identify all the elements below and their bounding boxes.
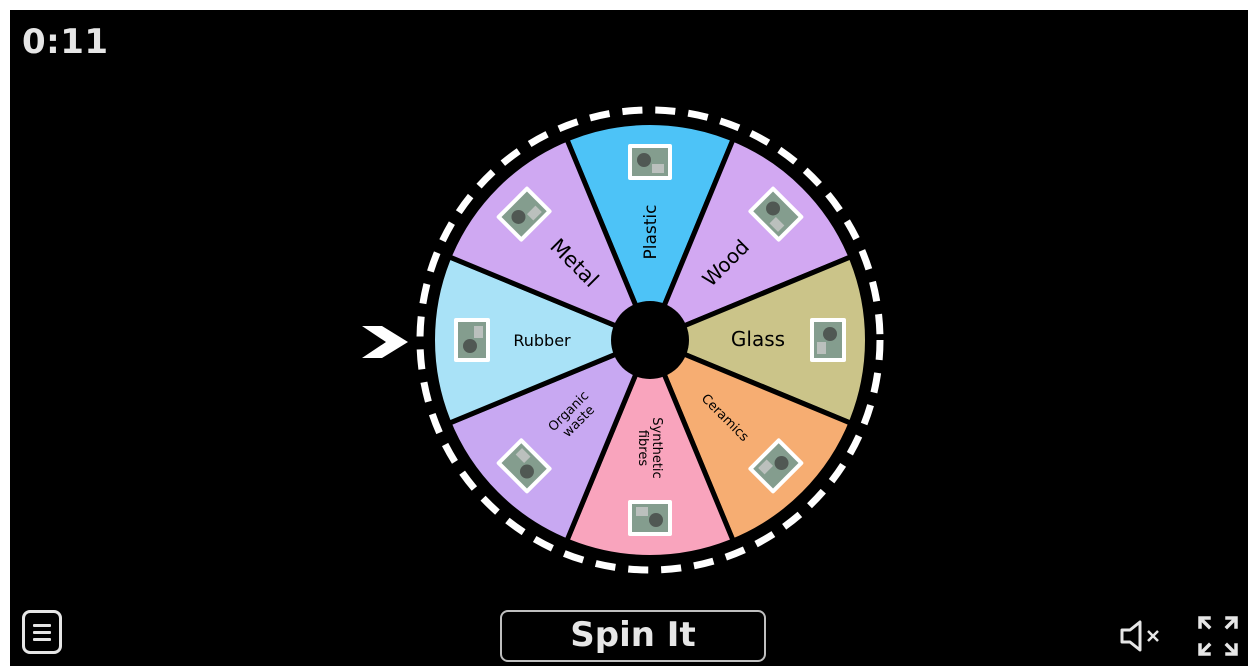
chevron-right-icon — [362, 326, 408, 358]
wheel-segment-label: Plastic — [641, 205, 661, 260]
wheel-segment-label: Glass — [731, 327, 785, 351]
fullscreen-button[interactable] — [1196, 614, 1240, 658]
mute-button[interactable] — [1118, 618, 1168, 654]
spin-button[interactable]: Spin It — [500, 610, 766, 662]
wheel-segment-label: Rubber — [513, 331, 571, 350]
plastic-bottles-image — [628, 144, 672, 180]
game-stage: 0:11 Plastic Wood Glass Ceramics Syntheticfi… — [10, 10, 1248, 666]
hamburger-menu-icon — [33, 624, 51, 627]
glass-jar-image — [810, 318, 846, 362]
fullscreen-icon — [1198, 616, 1238, 656]
wheel-hub — [611, 301, 689, 379]
menu-button[interactable] — [22, 610, 62, 654]
fabric-rolls-image — [628, 500, 672, 536]
spin-wheel-canvas: PlasticWoodGlassCeramicsSyntheticfibresO… — [362, 106, 884, 574]
hamburger-menu-icon — [33, 638, 51, 641]
hamburger-menu-icon — [33, 631, 51, 634]
speaker-muted-icon — [1120, 620, 1159, 652]
tyre-image — [454, 318, 490, 362]
